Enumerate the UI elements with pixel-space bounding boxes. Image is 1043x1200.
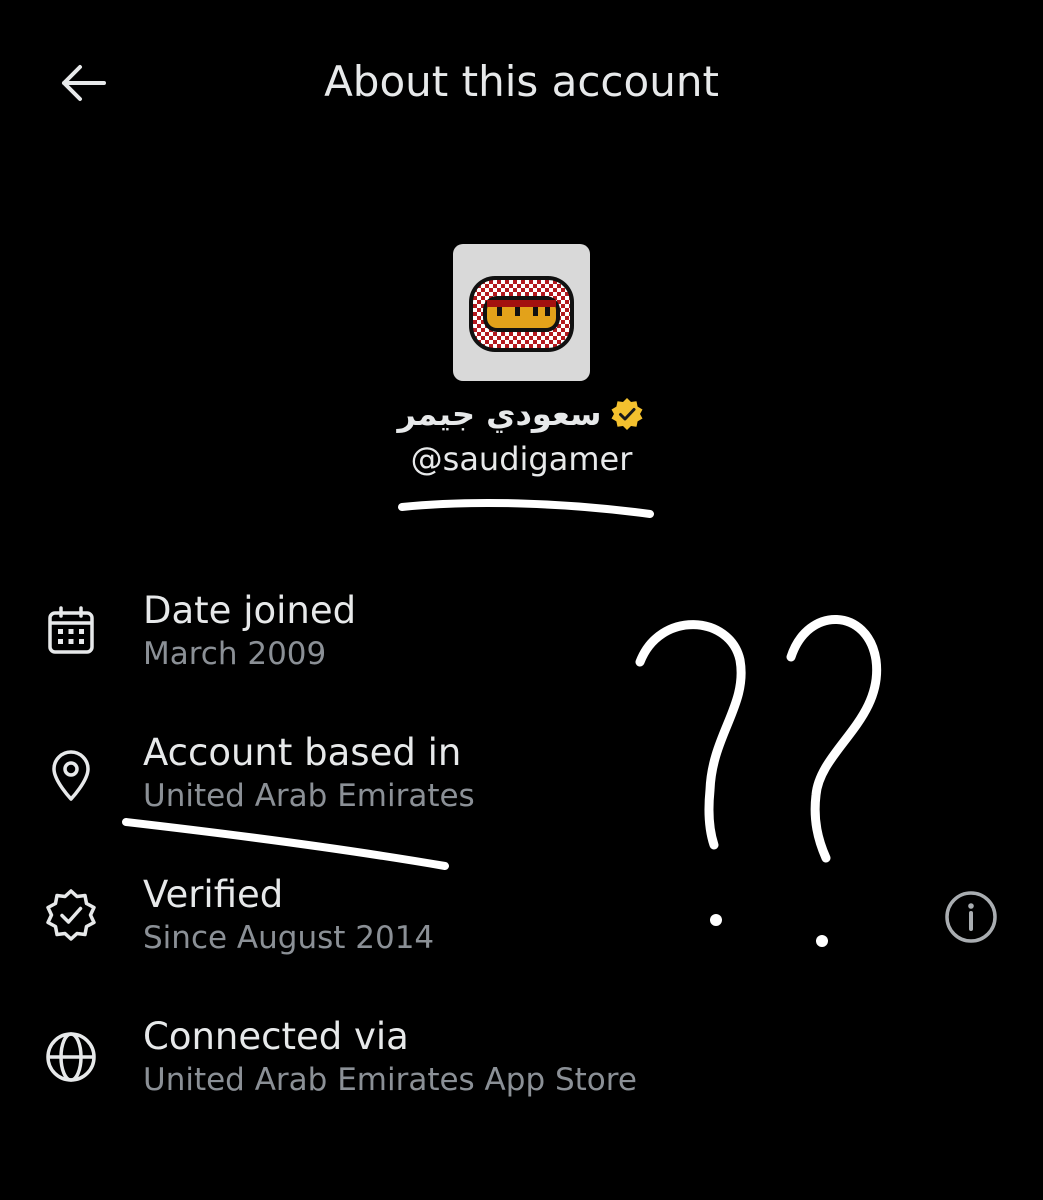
handle-underline-scribble — [398, 498, 654, 518]
info-circle-icon — [945, 891, 997, 943]
gold-verified-badge-icon — [611, 398, 643, 430]
date-joined-label: Date joined — [143, 589, 357, 632]
verified-outline-icon — [46, 889, 96, 941]
account-based-in-value: United Arab Emirates — [143, 778, 475, 814]
connected-via-row: Connected via United Arab Emirates App S… — [0, 1014, 1043, 1124]
connected-via-value: United Arab Emirates App Store — [143, 1062, 637, 1098]
verified-row: Verified Since August 2014 — [0, 872, 1043, 982]
verified-value: Since August 2014 — [143, 920, 435, 956]
globe-icon — [46, 1032, 96, 1082]
date-joined-row: Date joined March 2009 — [0, 588, 1043, 698]
account-based-in-label: Account based in — [143, 731, 462, 774]
pixel-art-avatar-image — [469, 276, 574, 352]
avatar[interactable] — [453, 244, 590, 381]
display-name: سعودي جيمر — [397, 395, 602, 433]
date-joined-value: March 2009 — [143, 636, 327, 672]
verified-info-button[interactable] — [943, 889, 999, 945]
verified-label: Verified — [143, 873, 284, 916]
account-based-in-row: Account based in United Arab Emirates — [0, 730, 1043, 840]
page-title: About this account — [324, 57, 719, 106]
handle[interactable]: @saudigamer — [0, 437, 1043, 481]
display-name-row: سعودي جيمر — [0, 392, 1043, 436]
location-pin-icon — [52, 750, 90, 801]
calendar-icon — [48, 606, 94, 654]
connected-via-label: Connected via — [143, 1015, 409, 1058]
